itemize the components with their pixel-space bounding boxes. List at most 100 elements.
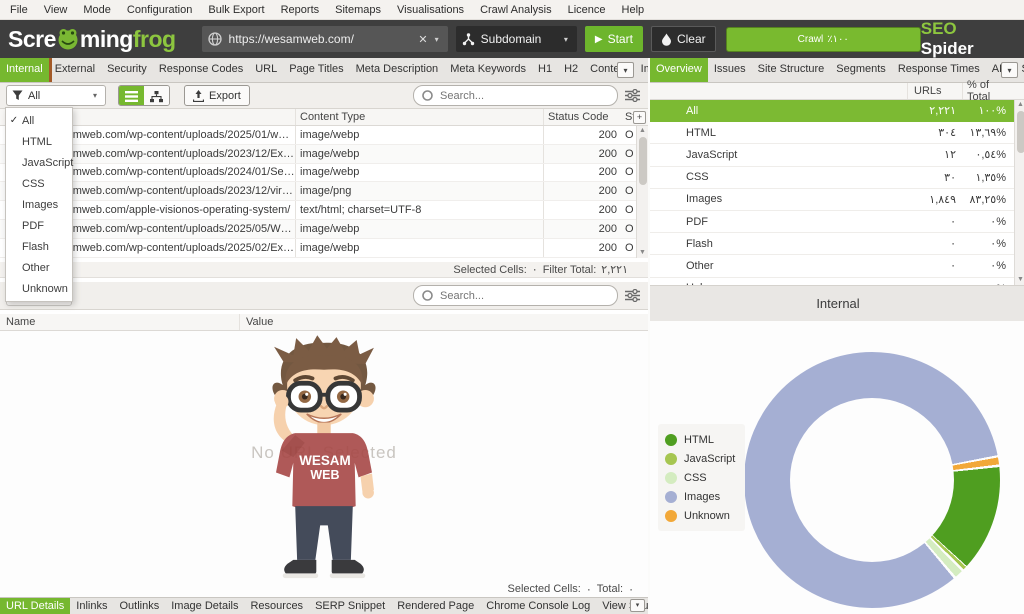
overview-row-all[interactable]: All٢,٢٢١١٠٠% <box>650 100 1014 122</box>
overview-row-unknown[interactable]: Unknown٢٦١,١٧% <box>650 278 1014 286</box>
menu-item-help[interactable]: Help <box>614 4 653 16</box>
search-field[interactable] <box>413 85 618 106</box>
tab-site-structure[interactable]: Site Structure <box>752 58 831 82</box>
tab-image-details[interactable]: Image Details <box>165 598 244 614</box>
column-header-value[interactable]: Value <box>240 316 273 328</box>
tab-response-codes[interactable]: Response Codes <box>153 58 249 82</box>
bottom-tabs-overflow-button[interactable]: ▾ <box>630 599 645 612</box>
search-input[interactable] <box>440 90 600 102</box>
url-table-scrollbar[interactable]: ▲ ▼ <box>636 126 648 258</box>
overview-scrollbar[interactable]: ▲ ▼ <box>1014 100 1024 285</box>
tab-meta-keywords[interactable]: Meta Keywords <box>444 58 532 82</box>
search-options-icon[interactable] <box>625 89 640 102</box>
column-header-status-code[interactable]: Status Code <box>543 109 623 125</box>
menu-item-configuration[interactable]: Configuration <box>119 4 200 16</box>
tab-h1[interactable]: H1 <box>532 58 558 82</box>
search-icon <box>422 90 434 102</box>
overview-row-images[interactable]: Images١,٨٤٩٨٣,٢٥% <box>650 189 1014 211</box>
url-table-row[interactable]: https://wesamweb.com/wp-content/uploads/… <box>0 145 636 164</box>
url-table-row[interactable]: https://wesamweb.com/apple-visionos-oper… <box>0 201 636 220</box>
menu-item-reports[interactable]: Reports <box>273 4 328 16</box>
url-history-caret-icon[interactable]: ▾ <box>432 35 442 44</box>
right-tabs-overflow-button[interactable]: ▾ <box>1001 62 1018 78</box>
menu-item-crawl-analysis[interactable]: Crawl Analysis <box>472 4 560 16</box>
scrollbar-thumb[interactable] <box>639 137 647 185</box>
overview-urls-value: ٣٠٤ <box>907 126 962 139</box>
tab-security[interactable]: Security <box>101 58 153 82</box>
tab-chrome-console-log[interactable]: Chrome Console Log <box>480 598 596 614</box>
left-tabs-overflow-button[interactable]: ▾ <box>617 62 634 78</box>
url-table-row[interactable]: https://wesamweb.com/wp-content/uploads/… <box>0 239 636 258</box>
dropdown-item-pdf[interactable]: PDF <box>6 215 72 236</box>
tab-h2[interactable]: H2 <box>558 58 584 82</box>
url-table-row[interactable]: https://wesamweb.com/wp-content/uploads/… <box>0 126 636 145</box>
url-table-row[interactable]: https://wesamweb.com/wp-content/uploads/… <box>0 182 636 201</box>
details-search-input[interactable] <box>440 290 600 302</box>
tab-page-titles[interactable]: Page Titles <box>283 58 349 82</box>
tab-internal[interactable]: Internal <box>0 58 49 82</box>
dropdown-item-javascript[interactable]: JavaScript <box>6 152 72 173</box>
overview-row-other[interactable]: Other٠٠% <box>650 255 1014 277</box>
dropdown-item-unknown[interactable]: Unknown <box>6 278 72 299</box>
tab-overview[interactable]: Overview <box>650 58 708 82</box>
overview-row-flash[interactable]: Flash٠٠% <box>650 233 1014 255</box>
tab-url-details[interactable]: URL Details <box>0 598 70 614</box>
add-column-button[interactable]: + <box>633 111 646 124</box>
clear-label: Clear <box>677 32 706 46</box>
tab-rendered-page[interactable]: Rendered Page <box>391 598 480 614</box>
tab-url[interactable]: URL <box>249 58 283 82</box>
column-header-pct[interactable]: % of Total <box>962 83 1014 99</box>
menu-item-visualisations[interactable]: Visualisations <box>389 4 472 16</box>
tree-view-button[interactable] <box>144 86 169 106</box>
overview-row-javascript[interactable]: JavaScript١٢٠,٥٤% <box>650 144 1014 166</box>
dropdown-item-html[interactable]: HTML <box>6 131 72 152</box>
clear-url-icon[interactable]: ✕ <box>414 33 431 46</box>
crawl-scope-select[interactable]: Subdomain ▾ <box>456 26 577 52</box>
overview-row-label: Images <box>650 193 907 205</box>
overview-row-html[interactable]: HTML٣٠٤١٣,٦٩% <box>650 122 1014 144</box>
overview-row-css[interactable]: CSS٣٠١,٣٥% <box>650 167 1014 189</box>
overview-pct-value: ١,٣٥% <box>962 171 1014 184</box>
column-header-urls[interactable]: URLs <box>907 83 962 99</box>
dropdown-item-flash[interactable]: Flash <box>6 236 72 257</box>
url-table-row[interactable]: https://wesamweb.com/wp-content/uploads/… <box>0 164 636 183</box>
menu-item-sitemaps[interactable]: Sitemaps <box>327 4 389 16</box>
scroll-up-icon[interactable]: ▲ <box>1015 100 1024 110</box>
tab-meta-description[interactable]: Meta Description <box>350 58 445 82</box>
scroll-down-icon[interactable]: ▼ <box>1015 275 1024 285</box>
scrollbar-thumb[interactable] <box>1017 111 1024 153</box>
tab-segments[interactable]: Segments <box>830 58 892 82</box>
content-type-cell: image/webp <box>295 126 543 144</box>
list-view-button[interactable] <box>119 86 144 106</box>
export-button[interactable]: Export <box>184 85 250 106</box>
dropdown-item-css[interactable]: CSS <box>6 173 72 194</box>
menu-item-view[interactable]: View <box>36 4 76 16</box>
scroll-down-icon[interactable]: ▼ <box>637 248 648 258</box>
tab-issues[interactable]: Issues <box>708 58 752 82</box>
filter-select[interactable]: All ▾ <box>6 85 106 106</box>
overview-row-pdf[interactable]: PDF٠٠% <box>650 211 1014 233</box>
tab-inlinks[interactable]: Inlinks <box>70 598 113 614</box>
dropdown-item-all[interactable]: ✓All <box>6 110 72 131</box>
dropdown-item-other[interactable]: Other <box>6 257 72 278</box>
menu-item-file[interactable]: File <box>2 4 36 16</box>
clear-button[interactable]: Clear <box>651 26 716 52</box>
details-search-field[interactable] <box>413 285 618 306</box>
url-input[interactable]: https://wesamweb.com/ ✕ ▾ <box>202 26 448 52</box>
tab-images[interactable]: Images <box>635 58 648 82</box>
details-search-options-icon[interactable] <box>625 289 640 302</box>
menu-item-mode[interactable]: Mode <box>75 4 119 16</box>
tab-external[interactable]: External <box>49 58 101 82</box>
menu-item-bulk-export[interactable]: Bulk Export <box>200 4 272 16</box>
scroll-up-icon[interactable]: ▲ <box>637 126 648 136</box>
start-button[interactable]: ▶ Start <box>585 26 643 52</box>
column-header-name[interactable]: Name <box>0 314 240 330</box>
column-header-content-type[interactable]: Content Type <box>295 109 543 125</box>
legend-item-css: CSS <box>665 468 735 487</box>
tab-resources[interactable]: Resources <box>244 598 309 614</box>
tab-serp-snippet[interactable]: SERP Snippet <box>309 598 391 614</box>
dropdown-item-images[interactable]: Images <box>6 194 72 215</box>
tab-outlinks[interactable]: Outlinks <box>113 598 165 614</box>
url-table-row[interactable]: https://wesamweb.com/wp-content/uploads/… <box>0 220 636 239</box>
menu-item-licence[interactable]: Licence <box>560 4 614 16</box>
